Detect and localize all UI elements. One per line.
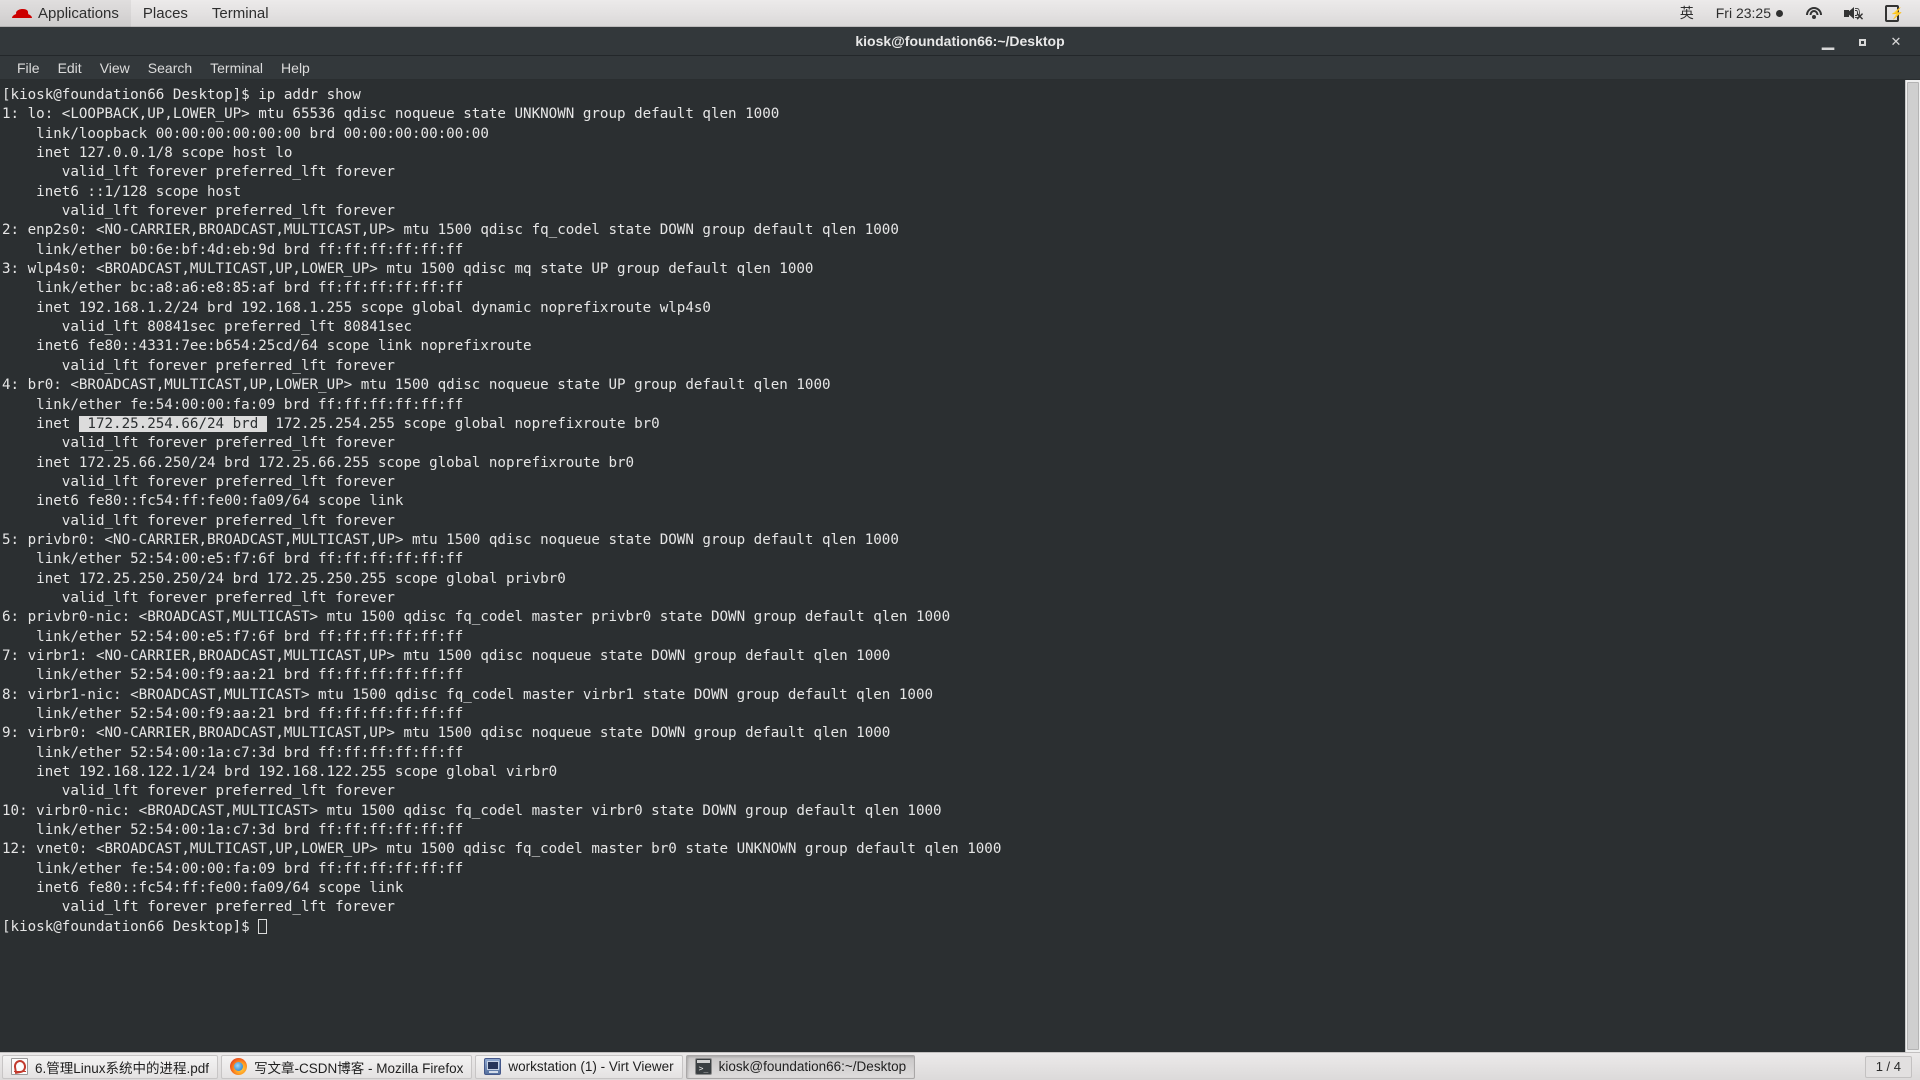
terminal-line: inet6 fe80::fc54:ff:fe00:fa09/64 scope l… [2,493,404,510]
terminal-line: link/ether 52:54:00:1a:c7:3d brd ff:ff:f… [2,744,464,761]
terminal-line: valid_lft forever preferred_lft forever [2,899,395,916]
virt-viewer-icon [484,1058,502,1075]
workspace-indicator[interactable]: 1 / 4 [1864,1055,1912,1078]
input-method-indicator[interactable]: 英 [1669,0,1705,27]
terminal-line: 2: enp2s0: <NO-CARRIER,BROADCAST,MULTICA… [2,222,899,239]
window-title: kiosk@foundation66:~/Desktop [855,33,1065,49]
terminal-line: link/ether 52:54:00:e5:f7:6f brd ff:ff:f… [2,628,464,645]
terminal-line: link/loopback 00:00:00:00:00:00 brd 00:0… [2,125,489,142]
terminal-line: 6: privbr0-nic: <BROADCAST,MULTICAST> mt… [2,609,951,626]
terminal-line: link/ether bc:a8:a6:e8:85:af brd ff:ff:f… [2,280,464,297]
terminal-line: [kiosk@foundation66 Desktop]$ ip addr sh… [2,87,361,103]
menu-file[interactable]: File [8,58,49,78]
taskbar: 6.管理Linux系统中的进程.pdf 写文章-CSDN博客 - Mozilla… [0,1052,1920,1080]
terminal-line: inet 172.25.66.250/24 brd 172.25.66.255 … [2,454,635,471]
clock[interactable]: Fri 23:25 [1705,0,1794,27]
minimize-button[interactable]: ▁ [1820,33,1836,49]
menu-search[interactable]: Search [139,58,201,78]
recording-dot-icon [1776,9,1783,17]
terminal-line: inet6 fe80::4331:7ee:b654:25cd/64 scope … [2,338,532,355]
terminal-line: valid_lft forever preferred_lft forever [2,589,395,606]
terminal-line: link/ether 52:54:00:1a:c7:3d brd ff:ff:f… [2,822,464,839]
terminal-line: 4: br0: <BROADCAST,MULTICAST,UP,LOWER_UP… [2,377,831,394]
terminal-cursor [258,918,268,934]
clock-label: Fri 23:25 [1715,5,1771,21]
taskbar-item-firefox-label: 写文章-CSDN博客 - Mozilla Firefox [254,1060,464,1076]
terminal-line: inet6 ::1/128 scope host [2,183,242,200]
window-titlebar[interactable]: kiosk@foundation66:~/Desktop ▁ ✕ [0,27,1920,56]
selected-text[interactable]: 172.25.254.66/24 brd [78,415,267,432]
terminal-icon: >_ [694,1058,712,1075]
battery-indicator[interactable]: ⚡ [1874,0,1910,27]
terminal-line: valid_lft forever preferred_lft forever [2,435,395,452]
menu-edit[interactable]: Edit [49,58,91,78]
speaker-muted-icon: ✕ [1844,6,1864,22]
close-button[interactable]: ✕ [1888,34,1904,50]
terminal-line: link/ether 52:54:00:f9:aa:21 brd ff:ff:f… [2,667,464,684]
terminal-line: link/ether b0:6e:bf:4d:eb:9d brd ff:ff:f… [2,241,464,258]
menubar: File Edit View Search Terminal Help [0,56,1920,80]
terminal-line: inet 127.0.0.1/8 scope host lo [2,145,293,162]
terminal-line: valid_lft forever preferred_lft forever [2,357,395,374]
terminal-line: valid_lft forever preferred_lft forever [2,512,395,529]
battery-icon: ⚡ [1885,4,1904,22]
terminal-line: valid_lft forever preferred_lft forever [2,473,395,490]
redhat-logo-icon [12,6,32,20]
taskbar-item-virt-viewer-label: workstation (1) - Virt Viewer [508,1059,674,1074]
input-method-label: 英 [1679,5,1694,21]
terminal-line: 9: virbr0: <NO-CARRIER,BROADCAST,MULTICA… [2,725,891,742]
network-indicator[interactable] [1794,0,1833,27]
top-panel: Applications Places Terminal 英 Fri 23:25… [0,0,1920,27]
panel-status-area: 英 Fri 23:25 ✕ ⚡ [1669,0,1920,27]
places-menu[interactable]: Places [131,0,200,27]
applications-menu[interactable]: Applications [0,0,131,27]
terminal-line: inet 192.168.122.1/24 brd 192.168.122.25… [2,764,558,781]
terminal-menu-label: Terminal [211,4,269,22]
menu-help[interactable]: Help [272,58,319,78]
taskbar-item-terminal-label: kiosk@foundation66:~/Desktop [718,1059,907,1074]
wifi-icon [1805,6,1822,20]
terminal-line: link/ether 52:54:00:f9:aa:21 brd ff:ff:f… [2,706,464,722]
terminal-line: 1: lo: <LOOPBACK,UP,LOWER_UP> mtu 65536 … [2,106,780,123]
places-menu-label: Places [142,4,188,22]
terminal-line: valid_lft forever preferred_lft forever [2,203,395,220]
terminal-line: valid_lft forever preferred_lft forever [2,164,395,181]
maximize-button[interactable] [1854,34,1870,49]
taskbar-item-firefox[interactable]: 写文章-CSDN博客 - Mozilla Firefox [221,1054,473,1079]
terminal-line: valid_lft forever preferred_lft forever [2,783,395,800]
terminal-line: 12: vnet0: <BROADCAST,MULTICAST,UP,LOWER… [2,841,1002,858]
terminal-line: 5: privbr0: <NO-CARRIER,BROADCAST,MULTIC… [2,531,899,548]
terminal-line: valid_lft 80841sec preferred_lft 80841se… [2,319,412,336]
terminal-scrollbar[interactable] [1905,80,1920,1052]
taskbar-item-pdf[interactable]: 6.管理Linux系统中的进程.pdf [2,1054,219,1079]
taskbar-item-terminal[interactable]: >_ kiosk@foundation66:~/Desktop [685,1054,916,1079]
volume-indicator[interactable]: ✕ [1833,0,1874,27]
applications-menu-label: Applications [38,4,119,22]
terminal-window: kiosk@foundation66:~/Desktop ▁ ✕ File Ed… [0,27,1920,1052]
taskbar-item-pdf-label: 6.管理Linux系统中的进程.pdf [35,1060,210,1076]
firefox-icon [230,1058,248,1075]
terminal-line: link/ether fe:54:00:00:fa:09 brd ff:ff:f… [2,860,464,877]
terminal-line: inet 192.168.1.2/24 brd 192.168.1.255 sc… [2,299,711,316]
terminal-line: 3: wlp4s0: <BROADCAST,MULTICAST,UP,LOWER… [2,261,814,278]
terminal-line: 8: virbr1-nic: <BROADCAST,MULTICAST> mtu… [2,686,934,703]
workspace-label: 1 / 4 [1875,1059,1901,1074]
terminal-body[interactable]: [kiosk@foundation66 Desktop]$ ip addr sh… [0,80,1920,1052]
terminal-line: inet 172.25.250.250/24 brd 172.25.250.25… [2,570,566,587]
menu-view[interactable]: View [91,58,139,78]
taskbar-item-virt-viewer[interactable]: workstation (1) - Virt Viewer [475,1054,683,1079]
terminal-line: 7: virbr1: <NO-CARRIER,BROADCAST,MULTICA… [2,647,891,664]
terminal-menu[interactable]: Terminal [200,0,281,27]
terminal-line: 10: virbr0-nic: <BROADCAST,MULTICAST> mt… [2,802,942,819]
terminal-line: link/ether 52:54:00:e5:f7:6f brd ff:ff:f… [2,551,464,568]
menu-terminal[interactable]: Terminal [201,58,272,78]
terminal-prompt-line: [kiosk@foundation66 Desktop]$ [2,918,1905,937]
terminal-line: inet6 fe80::fc54:ff:fe00:fa09/64 scope l… [2,880,404,897]
scrollbar-thumb[interactable] [1907,82,1919,1050]
terminal-output[interactable]: [kiosk@foundation66 Desktop]$ ip addr sh… [0,80,1905,1052]
window-controls: ▁ ✕ [1820,27,1912,56]
terminal-line: link/ether fe:54:00:00:fa:09 brd ff:ff:f… [2,396,464,413]
pdf-icon [11,1058,28,1075]
terminal-line: inet 172.25.254.66/24 brd 172.25.254.255… [2,415,660,432]
